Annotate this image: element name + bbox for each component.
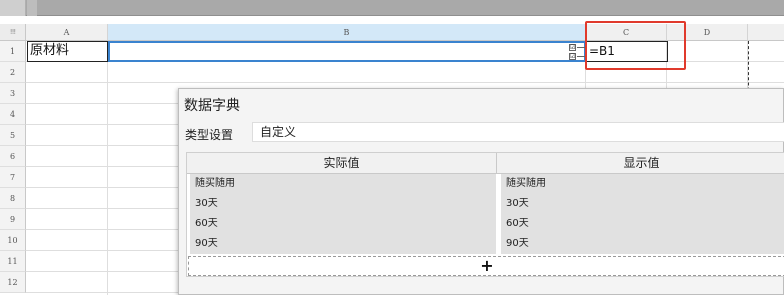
connector-line bbox=[577, 47, 585, 48]
column-header-a[interactable]: A bbox=[26, 24, 108, 41]
column-header-e[interactable] bbox=[748, 24, 784, 41]
row-header-1[interactable]: 1 bbox=[0, 41, 26, 62]
row-header-2[interactable]: 2 bbox=[0, 62, 26, 83]
dialog-title: 数据字典 bbox=[184, 98, 240, 114]
checkbox-icon[interactable]: ☑ bbox=[569, 53, 576, 60]
toolbar-left-block-2 bbox=[27, 0, 37, 16]
data-dictionary-dialog: 数据字典 类型设置 自定义 实际值 显示值 随买随用 随买随用 30天 30天 … bbox=[178, 88, 784, 295]
dictionary-table: 实际值 显示值 随买随用 随买随用 30天 30天 60天 60天 90天 90… bbox=[186, 152, 784, 277]
grid-line bbox=[26, 82, 784, 83]
cell-b1-selected[interactable] bbox=[108, 41, 586, 62]
cell-a1[interactable]: 原材料 bbox=[27, 41, 108, 62]
toolbar-strip bbox=[0, 0, 784, 16]
table-cell-actual[interactable]: 60天 bbox=[190, 214, 496, 234]
row-header-9[interactable]: 9 bbox=[0, 209, 26, 230]
row-header-3[interactable]: 3 bbox=[0, 83, 26, 104]
table-cell-display[interactable]: 随买随用 bbox=[501, 174, 784, 194]
column-header-actual: 实际值 bbox=[187, 153, 497, 174]
row-header-4[interactable]: 4 bbox=[0, 104, 26, 125]
checkbox-icon[interactable]: ☑ bbox=[569, 44, 576, 51]
connector-line bbox=[577, 56, 585, 57]
add-row-button[interactable]: + bbox=[188, 256, 784, 276]
row-header-6[interactable]: 6 bbox=[0, 146, 26, 167]
grid-line bbox=[107, 41, 108, 295]
row-header-5[interactable]: 5 bbox=[0, 125, 26, 146]
type-setting-label: 类型设置 bbox=[185, 128, 234, 142]
toolbar-left-block bbox=[0, 0, 26, 16]
table-cell-display[interactable]: 60天 bbox=[501, 214, 784, 234]
column-header-b[interactable]: B bbox=[108, 24, 586, 41]
row-header-7[interactable]: 7 bbox=[0, 167, 26, 188]
table-cell-actual[interactable]: 30天 bbox=[190, 194, 496, 214]
table-cell-actual[interactable]: 90天 bbox=[190, 234, 496, 254]
highlight-box bbox=[585, 21, 686, 70]
table-cell-actual[interactable]: 随买随用 bbox=[190, 174, 496, 194]
type-setting-select[interactable]: 自定义 bbox=[252, 122, 784, 142]
row-header-8[interactable]: 8 bbox=[0, 188, 26, 209]
row-header-11[interactable]: 11 bbox=[0, 251, 26, 272]
table-cell-display[interactable]: 90天 bbox=[501, 234, 784, 254]
row-header-10[interactable]: 10 bbox=[0, 230, 26, 251]
column-header-display: 显示值 bbox=[497, 153, 784, 174]
select-all-corner[interactable]: !!! bbox=[0, 24, 26, 41]
row-header-12[interactable]: 12 bbox=[0, 272, 26, 293]
table-cell-display[interactable]: 30天 bbox=[501, 194, 784, 214]
